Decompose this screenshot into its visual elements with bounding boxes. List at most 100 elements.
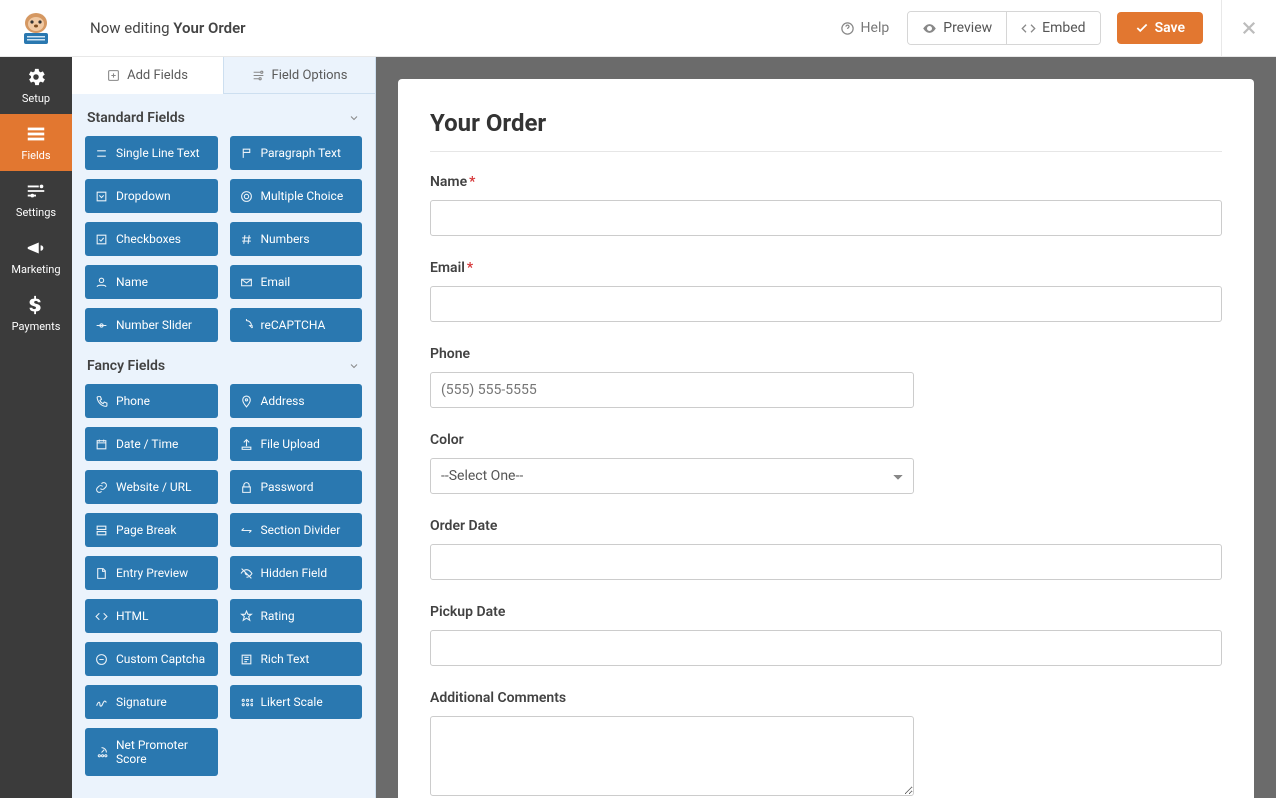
field-type-entry-preview[interactable]: Entry Preview — [85, 556, 218, 590]
nav-label: Marketing — [11, 263, 60, 276]
field-type-email[interactable]: Email — [230, 265, 363, 299]
field-icon — [240, 147, 253, 160]
field-type-website-url[interactable]: Website / URL — [85, 470, 218, 504]
phone-input[interactable] — [430, 372, 914, 408]
tab-add-fields[interactable]: Add Fields — [72, 57, 224, 94]
field-icon — [240, 233, 253, 246]
divider — [430, 151, 1222, 152]
field-type-file-upload[interactable]: File Upload — [230, 427, 363, 461]
field-icon — [95, 610, 108, 623]
field-type-recaptcha[interactable]: reCAPTCHA — [230, 308, 363, 342]
field-icon — [240, 610, 253, 623]
field-type-rich-text[interactable]: Rich Text — [230, 642, 363, 676]
field-label: Pickup Date — [430, 604, 1222, 620]
field-icon — [95, 524, 108, 537]
editing-title: Now editing Your Order — [90, 19, 246, 37]
field-email[interactable]: Email* — [430, 260, 1222, 322]
field-type-signature[interactable]: Signature — [85, 685, 218, 719]
field-icon — [95, 438, 108, 451]
field-type-page-break[interactable]: Page Break — [85, 513, 218, 547]
field-icon — [95, 147, 108, 160]
field-type-hidden-field[interactable]: Hidden Field — [230, 556, 363, 590]
field-type-rating[interactable]: Rating — [230, 599, 363, 633]
form-card: Your Order Name* Email* Phone — [398, 79, 1254, 798]
email-input[interactable] — [430, 286, 1222, 322]
field-type-paragraph-text[interactable]: Paragraph Text — [230, 136, 363, 170]
field-label: Additional Comments — [430, 690, 1222, 706]
nav-settings[interactable]: Settings — [0, 171, 72, 228]
nav-marketing[interactable]: Marketing — [0, 228, 72, 285]
section-fancy-fields[interactable]: Fancy Fields — [85, 342, 362, 384]
help-link[interactable]: Help — [840, 20, 890, 36]
chevron-down-icon — [348, 112, 360, 124]
field-label: Name* — [430, 174, 1222, 190]
field-comments[interactable]: Additional Comments — [430, 690, 1222, 798]
field-icon — [95, 653, 108, 666]
field-type-name[interactable]: Name — [85, 265, 218, 299]
field-icon — [95, 746, 108, 759]
help-label: Help — [861, 20, 890, 36]
field-label: Phone — [430, 346, 1222, 362]
field-type-dropdown[interactable]: Dropdown — [85, 179, 218, 213]
comments-textarea[interactable] — [430, 716, 914, 796]
field-name[interactable]: Name* — [430, 174, 1222, 236]
save-button[interactable]: Save — [1117, 12, 1203, 44]
order-date-input[interactable] — [430, 544, 1222, 580]
field-icon — [240, 524, 253, 537]
embed-button[interactable]: Embed — [1006, 12, 1099, 44]
field-order-date[interactable]: Order Date — [430, 518, 1222, 580]
nav-label: Setup — [22, 92, 50, 105]
field-type-number-slider[interactable]: Number Slider — [85, 308, 218, 342]
field-type-numbers[interactable]: Numbers — [230, 222, 363, 256]
field-type-phone[interactable]: Phone — [85, 384, 218, 418]
field-icon — [95, 696, 108, 709]
field-pickup-date[interactable]: Pickup Date — [430, 604, 1222, 666]
field-type-checkboxes[interactable]: Checkboxes — [85, 222, 218, 256]
top-bar: Now editing Your Order Help Preview Embe… — [72, 0, 1276, 57]
name-input[interactable] — [430, 200, 1222, 236]
nav-fields[interactable]: Fields — [0, 114, 72, 171]
field-icon — [240, 276, 253, 289]
field-icon — [240, 653, 253, 666]
panel-tabs: Add Fields Field Options — [72, 57, 375, 94]
field-type-custom-captcha[interactable]: Custom Captcha — [85, 642, 218, 676]
field-label: Email* — [430, 260, 1222, 276]
field-icon — [95, 190, 108, 203]
field-icon — [95, 395, 108, 408]
form-title: Your Order — [430, 109, 1222, 137]
app-logo — [0, 0, 72, 57]
field-label: Order Date — [430, 518, 1222, 534]
field-icon — [240, 567, 253, 580]
pickup-date-input[interactable] — [430, 630, 1222, 666]
close-button[interactable] — [1221, 0, 1258, 57]
nav-rail: Setup Fields Settings Marketing Payments — [0, 0, 72, 798]
field-icon — [240, 696, 253, 709]
field-type-password[interactable]: Password — [230, 470, 363, 504]
color-select[interactable]: --Select One-- — [430, 458, 914, 494]
nav-payments[interactable]: Payments — [0, 285, 72, 342]
field-type-single-line-text[interactable]: Single Line Text — [85, 136, 218, 170]
nav-label: Fields — [21, 149, 50, 162]
tab-field-options[interactable]: Field Options — [224, 57, 375, 94]
field-type-multiple-choice[interactable]: Multiple Choice — [230, 179, 363, 213]
field-type-likert-scale[interactable]: Likert Scale — [230, 685, 363, 719]
field-icon — [240, 395, 253, 408]
field-type-section-divider[interactable]: Section Divider — [230, 513, 363, 547]
field-color[interactable]: Color --Select One-- — [430, 432, 1222, 494]
field-icon — [95, 567, 108, 580]
field-icon — [240, 319, 253, 332]
form-canvas: Your Order Name* Email* Phone — [376, 57, 1276, 798]
field-type-address[interactable]: Address — [230, 384, 363, 418]
chevron-down-icon — [348, 360, 360, 372]
nav-label: Payments — [12, 320, 61, 333]
field-type-date-time[interactable]: Date / Time — [85, 427, 218, 461]
field-type-net-promoter-score[interactable]: Net Promoter Score — [85, 728, 218, 776]
field-type-html[interactable]: HTML — [85, 599, 218, 633]
nav-setup[interactable]: Setup — [0, 57, 72, 114]
field-icon — [95, 276, 108, 289]
field-icon — [240, 190, 253, 203]
preview-button[interactable]: Preview — [908, 12, 1006, 44]
field-icon — [95, 319, 108, 332]
section-standard-fields[interactable]: Standard Fields — [85, 94, 362, 136]
field-phone[interactable]: Phone — [430, 346, 1222, 408]
